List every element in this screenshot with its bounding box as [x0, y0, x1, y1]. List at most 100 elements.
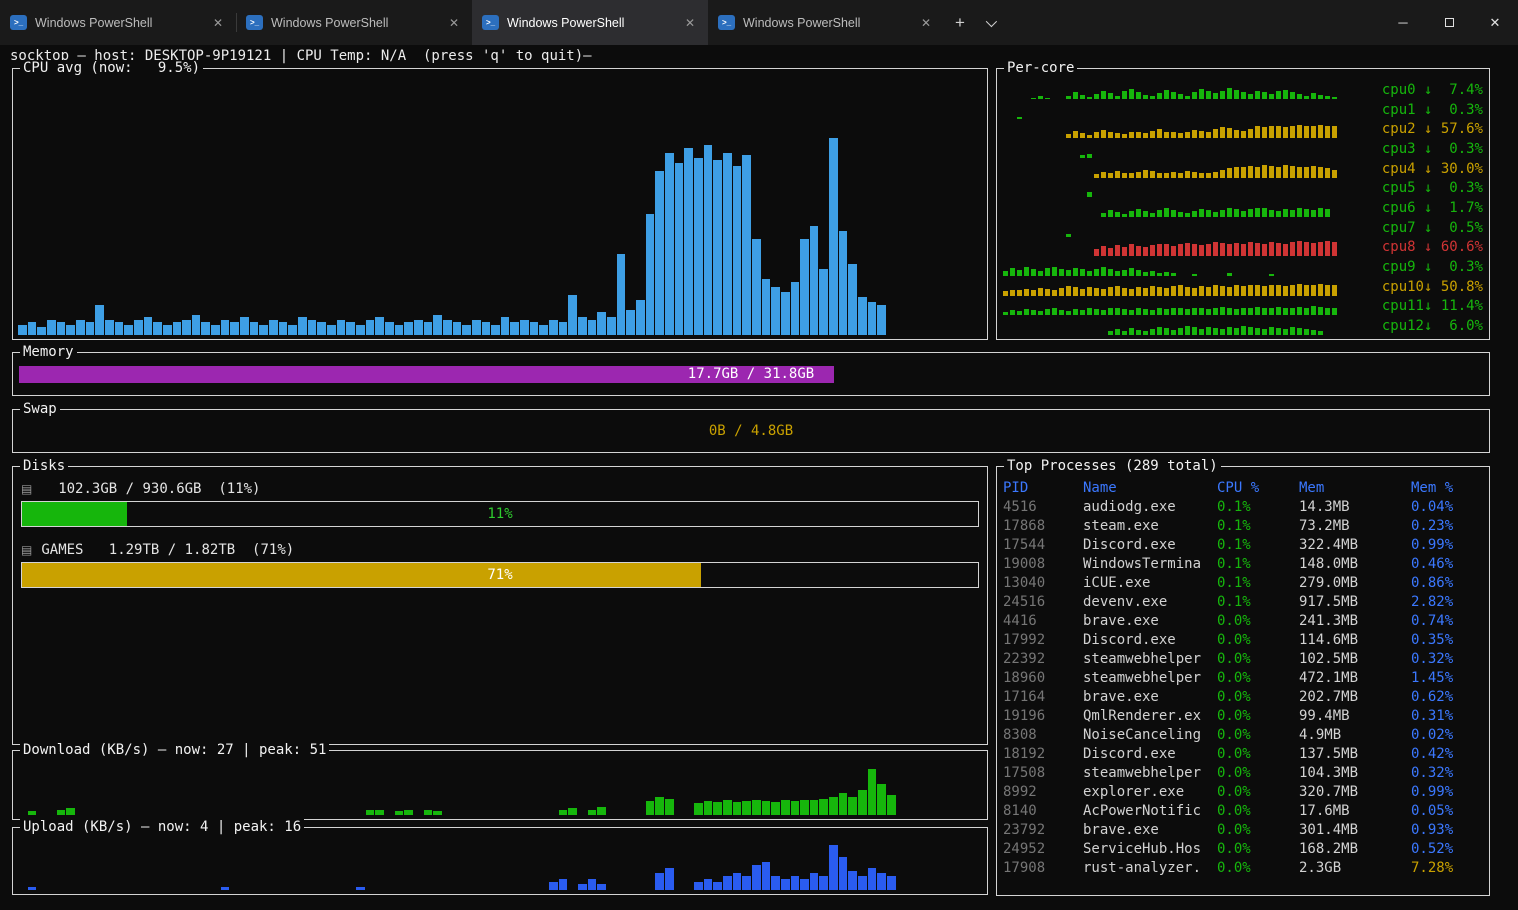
chart-bar: [28, 322, 37, 335]
chart-bar: [762, 279, 771, 335]
chart-bar: [848, 871, 857, 890]
chart-bar: [723, 876, 732, 890]
chart-bar: [356, 887, 365, 890]
chart-bar: [37, 327, 46, 335]
core-row: cpu9 ↓ 0.3%: [1003, 258, 1483, 276]
chart-bar: [28, 887, 37, 890]
memory-gauge-label: 17.7GB / 31.8GB: [19, 366, 1483, 383]
chart-bar: [868, 868, 877, 890]
chart-bar: [559, 810, 568, 815]
chart-bar: [791, 801, 800, 815]
chart-bar: [559, 879, 568, 890]
chart-bar: [250, 322, 259, 335]
chart-bar: [742, 801, 751, 815]
process-row: 19196QmlRenderer.ex0.0%99.4MB0.31%: [1001, 707, 1487, 726]
upload-chart: [18, 841, 982, 890]
col-pid: PID: [1003, 479, 1083, 498]
chart-bar: [404, 322, 413, 335]
chart-bar: [520, 320, 529, 335]
process-row: 17908rust-analyzer.0.0%2.3GB7.28%: [1001, 859, 1487, 878]
col-cpu: CPU %: [1217, 479, 1299, 498]
chart-bar: [163, 325, 172, 335]
chart-bar: [115, 322, 124, 335]
core-row: cpu0 ↓ 7.4%: [1003, 81, 1483, 99]
core-row: cpu3 ↓ 0.3%: [1003, 140, 1483, 158]
chart-bar: [868, 302, 877, 335]
maximize-button[interactable]: [1426, 0, 1472, 45]
chart-bar: [549, 882, 558, 890]
new-tab-button[interactable]: +: [944, 0, 976, 45]
chart-bar: [28, 811, 37, 815]
tab-dropdown-button[interactable]: [976, 0, 1004, 45]
disk-icon: ▤: [21, 482, 32, 496]
core-row: cpu11↓ 11.4%: [1003, 297, 1483, 315]
chart-bar: [617, 254, 626, 335]
disks-title: Disks: [20, 458, 68, 475]
tab[interactable]: >_Windows PowerShell✕: [708, 0, 944, 45]
chart-bar: [192, 315, 201, 335]
chart-bar: [607, 317, 616, 335]
chart-bar: [549, 320, 558, 335]
chart-bar: [510, 322, 519, 335]
minimize-button[interactable]: ─: [1380, 0, 1426, 45]
panel-disks: Disks ▤ 102.3GB / 930.6GB (11%)11%▤GAMES…: [12, 466, 988, 745]
chart-bar: [713, 802, 722, 815]
process-row: 17868steam.exe0.1%73.2MB0.23%: [1001, 517, 1487, 536]
chart-bar: [568, 808, 577, 815]
chart-bar: [424, 810, 433, 815]
panel-upload: Upload (KB/s) — now: 4 | peak: 16: [12, 827, 988, 895]
chart-bar: [713, 882, 722, 890]
core-sparkline: [1003, 239, 1371, 256]
col-name: Name: [1083, 479, 1217, 498]
close-button[interactable]: ✕: [1472, 0, 1518, 45]
disk-item: ▤GAMES 1.29TB / 1.82TB (71%)71%: [21, 542, 979, 588]
chart-bar: [713, 160, 722, 335]
tab-close-icon[interactable]: ✕: [210, 16, 226, 30]
core-sparkline: [1003, 141, 1371, 158]
chart-bar: [308, 320, 317, 335]
tab-close-icon[interactable]: ✕: [682, 16, 698, 30]
chart-bar: [375, 317, 384, 335]
memory-title: Memory: [20, 344, 77, 361]
per-core-title: Per-core: [1004, 60, 1077, 77]
tab-active[interactable]: >_Windows PowerShell✕: [472, 0, 708, 45]
disk-item: ▤ 102.3GB / 930.6GB (11%)11%: [21, 481, 979, 527]
process-row: 13040iCUE.exe0.1%279.0MB0.86%: [1001, 574, 1487, 593]
chart-bar: [588, 810, 597, 815]
core-sparkline: [1003, 161, 1371, 178]
panel-swap: Swap 0B / 4.8GB: [12, 409, 1490, 453]
chart-bar: [636, 300, 645, 335]
core-sparkline: [1003, 200, 1371, 217]
maximize-icon: [1445, 18, 1454, 27]
chart-bar: [733, 802, 742, 815]
chart-bar: [887, 795, 896, 815]
chart-bar: [124, 325, 133, 335]
chart-bar: [530, 322, 539, 335]
core-label: cpu8 ↓ 60.6%: [1371, 238, 1483, 256]
chart-bar: [597, 807, 606, 815]
tab[interactable]: >_Windows PowerShell✕: [236, 0, 472, 45]
chart-bar: [279, 322, 288, 335]
chart-bar: [211, 325, 220, 335]
process-row: 8140AcPowerNotific0.0%17.6MB0.05%: [1001, 802, 1487, 821]
chart-bar: [752, 239, 761, 335]
core-label: cpu2 ↓ 57.6%: [1371, 120, 1483, 138]
chart-bar: [665, 799, 674, 815]
disk-label: GAMES 1.29TB / 1.82TB (71%): [41, 542, 294, 558]
chart-bar: [259, 325, 268, 335]
tab-close-icon[interactable]: ✕: [446, 16, 462, 30]
chart-bar: [858, 297, 867, 335]
chart-bar: [86, 322, 95, 335]
chart-bar: [655, 797, 664, 815]
chart-bar: [317, 322, 326, 335]
chart-bar: [240, 317, 249, 335]
chart-bar: [346, 322, 355, 335]
chart-bar: [395, 811, 404, 815]
tab[interactable]: >_Windows PowerShell✕: [0, 0, 236, 45]
core-label: cpu0 ↓ 7.4%: [1371, 81, 1483, 99]
chart-bar: [269, 320, 278, 335]
chart-bar: [597, 312, 606, 335]
core-label: cpu6 ↓ 1.7%: [1371, 199, 1483, 217]
tab-close-icon[interactable]: ✕: [918, 16, 934, 30]
disk-label: 102.3GB / 930.6GB (11%): [41, 481, 260, 497]
